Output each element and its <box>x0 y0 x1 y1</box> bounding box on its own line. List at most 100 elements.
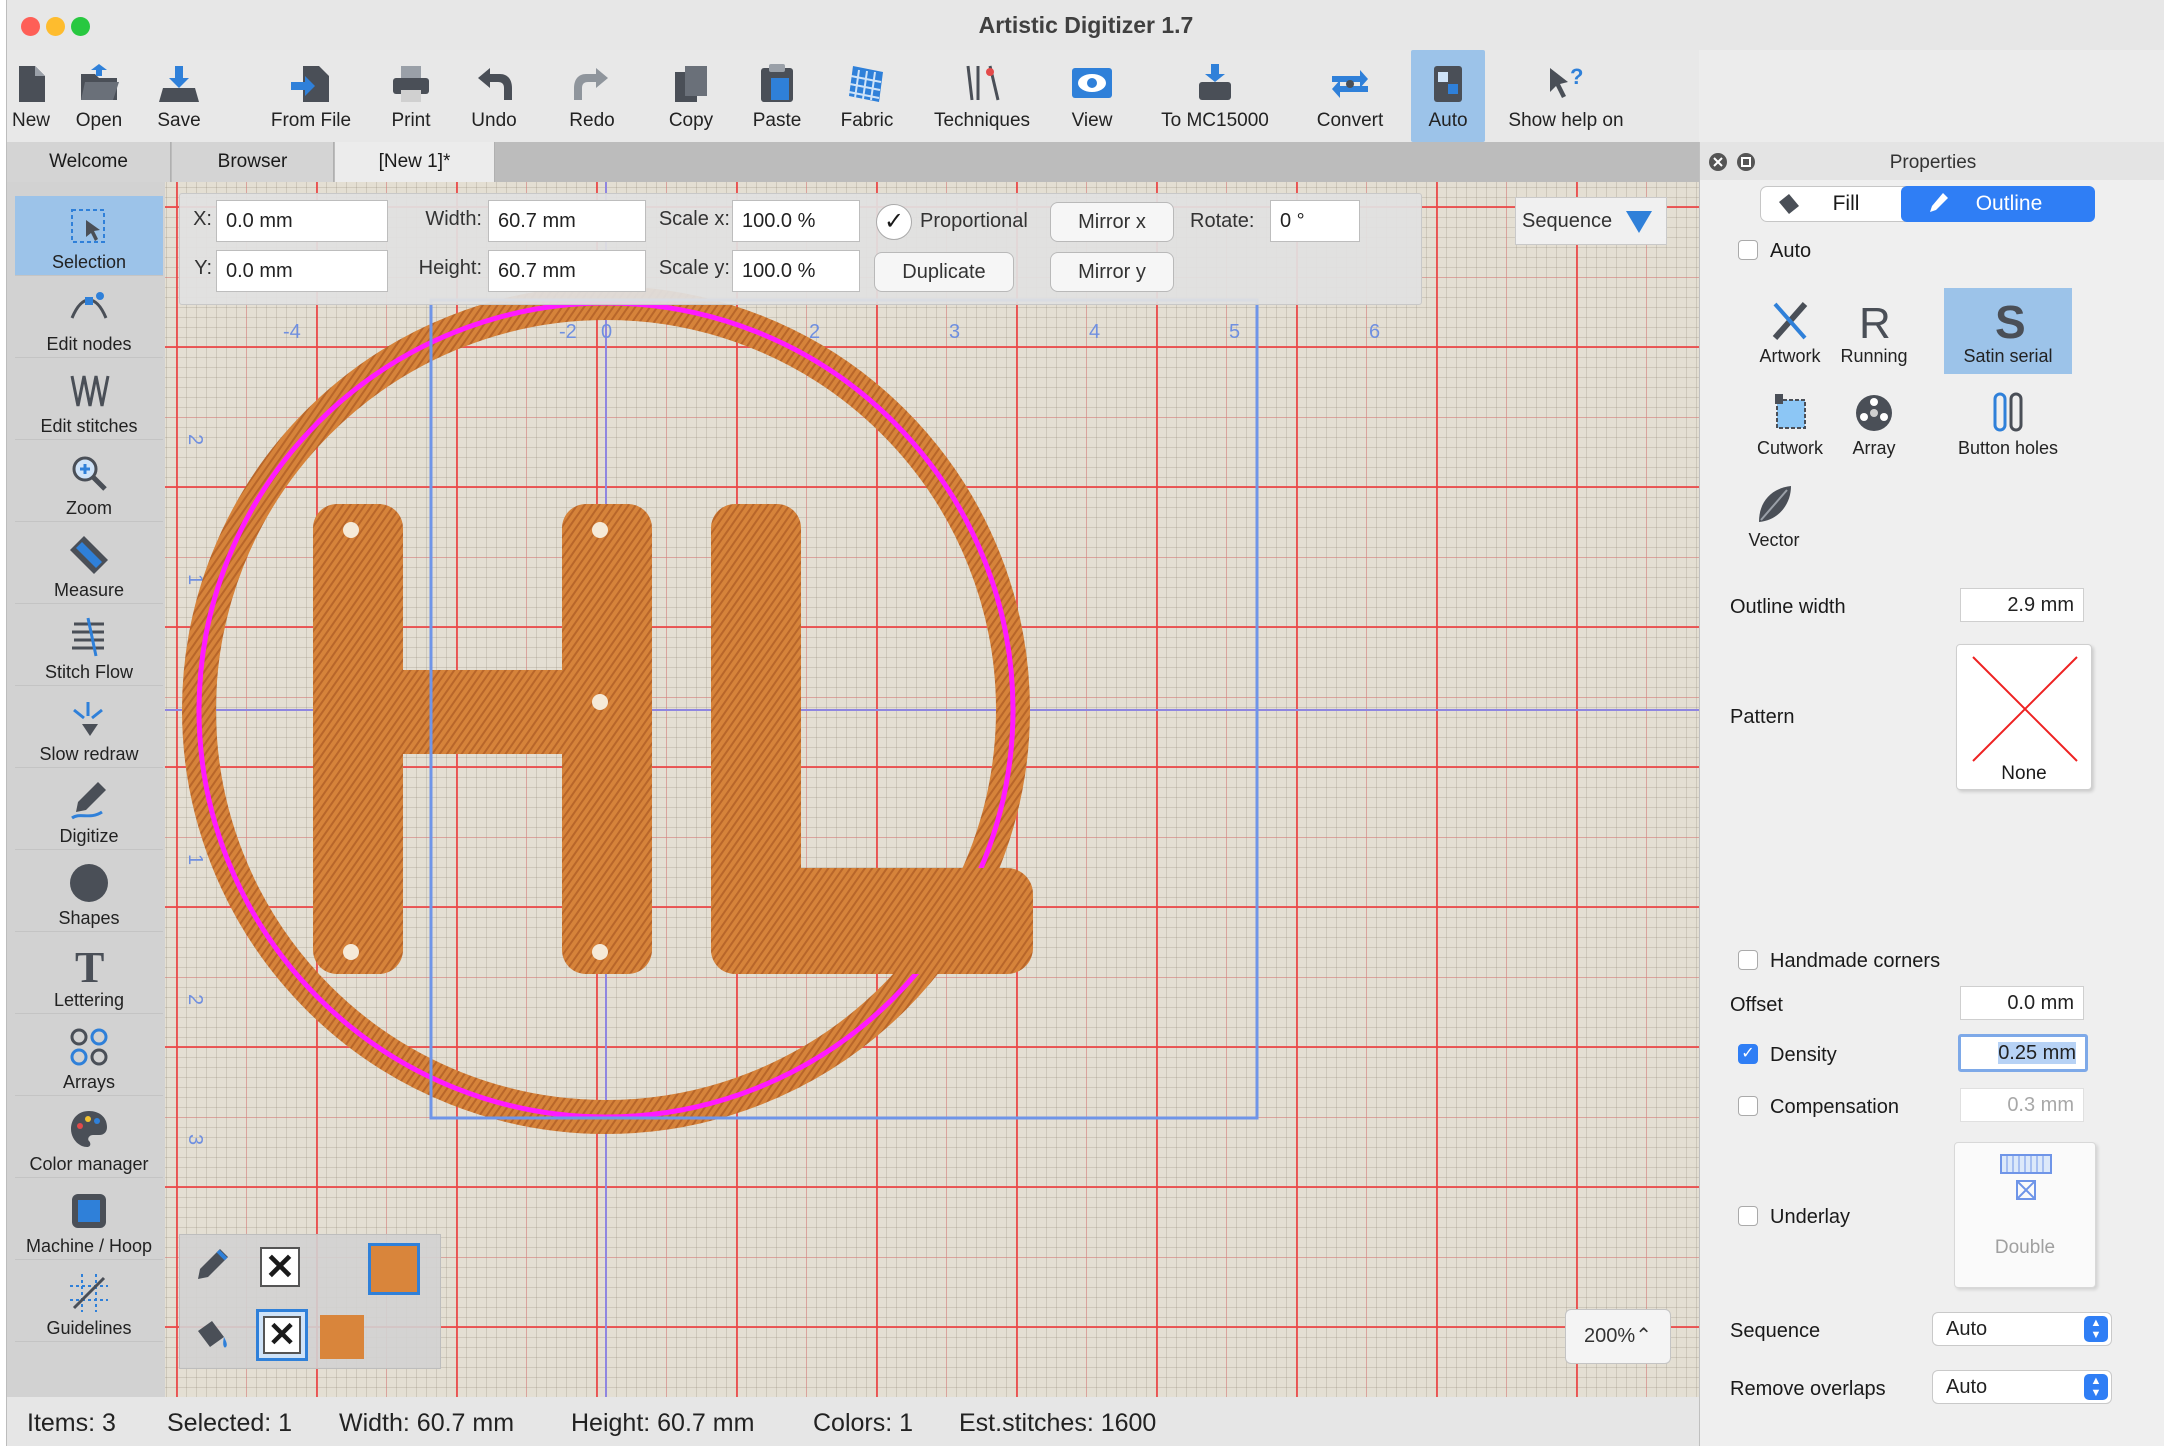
sequence-select[interactable]: Auto ▲ ▼ <box>1932 1312 2112 1346</box>
tool-palette: Selection Edit nodes Edit stitches Zoom … <box>7 182 165 1397</box>
outline-tab[interactable]: Outline <box>1901 186 2095 222</box>
design-layer: -4 -3 -2 0 2 3 4 5 6 2 1 0 1 2 3 <box>165 182 1699 1397</box>
undo-icon <box>478 68 512 100</box>
paste-icon <box>761 64 793 102</box>
type-running[interactable]: R Running <box>1824 288 1924 374</box>
auto-checkbox[interactable] <box>1738 240 1758 260</box>
fill-tab[interactable]: Fill <box>1761 187 1901 221</box>
y-field[interactable]: 0.0 mm <box>216 250 388 292</box>
double-underlay-icon <box>2000 1154 2052 1200</box>
tab-welcome[interactable]: Welcome <box>7 142 171 182</box>
satin-s-icon: S <box>1995 298 2026 344</box>
type-satin-serial[interactable]: S Satin serial <box>1944 288 2072 374</box>
redo-icon <box>574 68 608 100</box>
digitize-tool[interactable]: Digitize <box>15 770 163 850</box>
slow-redraw-tool[interactable]: Slow redraw <box>15 688 163 768</box>
properties-panel: Properties Fill Outline Auto Artwork R R… <box>1699 142 2164 1446</box>
compensation-field: 0.3 mm <box>1960 1088 2084 1122</box>
x-field[interactable]: 0.0 mm <box>216 200 388 242</box>
stitch-flow-tool[interactable]: Stitch Flow <box>15 606 163 686</box>
ruler-label: -2 <box>559 321 577 343</box>
measure-tool[interactable]: Measure <box>15 524 163 604</box>
to-mc15000-button[interactable]: To MC15000 <box>1153 50 1277 142</box>
main-toolbar: New Open Save From File Print Undo ⌄ Red… <box>7 50 1699 178</box>
edit-stitches-tool[interactable]: Edit stitches <box>15 360 163 440</box>
shapes-tool[interactable]: Shapes <box>15 852 163 932</box>
duplicate-button[interactable]: Duplicate <box>874 252 1014 292</box>
save-button[interactable]: Save <box>149 50 209 142</box>
width-field[interactable]: 60.7 mm <box>488 200 646 242</box>
height-field[interactable]: 60.7 mm <box>488 250 646 292</box>
palette-icon <box>71 1111 107 1147</box>
letter-h[interactable] <box>313 504 652 974</box>
guidelines-icon <box>70 1274 108 1312</box>
type-vector[interactable]: Vector <box>1720 472 1828 558</box>
from-file-button[interactable]: From File <box>263 50 359 142</box>
auto-button[interactable]: Auto <box>1411 50 1485 142</box>
mirror-x-button[interactable]: Mirror x <box>1050 202 1174 242</box>
rotate-field[interactable]: 0 ° <box>1270 200 1360 242</box>
copy-button[interactable]: Copy <box>661 50 721 142</box>
remove-overlaps-select[interactable]: Auto ▲ ▼ <box>1932 1370 2112 1404</box>
printer-icon <box>393 66 429 102</box>
type-array[interactable]: Array <box>1824 380 1924 466</box>
cutwork-icon <box>1775 394 1806 429</box>
pattern-picker[interactable]: None <box>1956 644 2092 790</box>
techniques-button[interactable]: Techniques <box>927 50 1037 142</box>
outline-thread-swatch[interactable] <box>368 1243 420 1295</box>
redo-button[interactable]: Redo <box>561 50 623 142</box>
compensation-checkbox[interactable] <box>1738 1096 1758 1116</box>
offset-field[interactable]: 0.0 mm <box>1960 986 2084 1020</box>
document-tab-bar: Welcome Browser [New 1]* <box>7 142 1699 182</box>
title-bar: Artistic Digitizer 1.7 <box>7 0 2164 50</box>
svg-text:R: R <box>1859 299 1891 344</box>
status-width: Width: 60.7 mm <box>339 1409 515 1437</box>
proportional-checkbox[interactable]: ✓ <box>876 204 912 240</box>
outline-none-swatch[interactable]: ✕ <box>260 1247 300 1287</box>
zoom-level-button[interactable]: 200%⌃ <box>1565 1309 1671 1364</box>
undo-button[interactable]: Undo <box>463 50 525 142</box>
convert-button[interactable]: Convert <box>1307 50 1393 142</box>
digitize-pen-icon <box>71 782 106 820</box>
arrays-tool[interactable]: Arrays <box>15 1016 163 1096</box>
new-button[interactable]: New <box>7 50 55 142</box>
guidelines-tool[interactable]: Guidelines <box>15 1262 163 1342</box>
edit-nodes-tool[interactable]: Edit nodes <box>15 278 163 358</box>
status-height: Height: 60.7 mm <box>571 1409 755 1437</box>
scale-y-field[interactable]: 100.0 % <box>732 250 860 292</box>
color-manager-tool[interactable]: Color manager <box>15 1098 163 1178</box>
zoom-tool[interactable]: Zoom <box>15 442 163 522</box>
selection-tool[interactable]: Selection <box>15 196 163 276</box>
fill-none-swatch[interactable]: ✕ <box>256 1309 308 1361</box>
print-button[interactable]: Print <box>381 50 441 142</box>
type-button-holes[interactable]: Button holes <box>1928 380 2088 466</box>
density-checkbox[interactable]: ✓ <box>1738 1044 1758 1064</box>
up-down-chevron-icon: ▲ ▼ <box>2084 1316 2108 1342</box>
fabric-grid-icon <box>848 66 883 102</box>
techniques-tools-icon <box>966 65 1000 101</box>
outline-width-field[interactable]: 2.9 mm <box>1960 588 2084 622</box>
fill-thread-swatch[interactable] <box>320 1315 364 1359</box>
density-field[interactable]: 0.25 mm <box>1958 1034 2088 1072</box>
paste-button[interactable]: Paste <box>747 50 807 142</box>
mirror-y-button[interactable]: Mirror y <box>1050 252 1174 292</box>
underlay-checkbox[interactable] <box>1738 1206 1758 1226</box>
view-button[interactable]: View <box>1061 50 1123 142</box>
show-help-on-button[interactable]: ? Show help on <box>1501 50 1631 142</box>
lettering-tool[interactable]: T Lettering <box>15 934 163 1014</box>
design-canvas[interactable]: -4 -3 -2 0 2 3 4 5 6 2 1 0 1 2 3 ✕ ✕ 200… <box>165 182 1699 1397</box>
tab-browser[interactable]: Browser <box>172 142 334 182</box>
tab-new-1[interactable]: [New 1]* <box>335 142 495 182</box>
machine-hoop-tool[interactable]: Machine / Hoop <box>15 1180 163 1260</box>
ruler-icon <box>70 536 108 574</box>
open-button[interactable]: Open <box>65 50 133 142</box>
svg-text:T: T <box>75 944 104 986</box>
edit-nodes-icon <box>70 292 108 319</box>
artwork-pencil-icon <box>1772 302 1808 340</box>
handmade-corners-checkbox[interactable] <box>1738 950 1758 970</box>
status-stitches: Est.stitches: 1600 <box>959 1409 1157 1437</box>
fill-bucket-icon <box>1779 194 1799 214</box>
scale-x-field[interactable]: 100.0 % <box>732 200 860 242</box>
fabric-button[interactable]: Fabric <box>827 50 907 142</box>
sequence-dropdown[interactable]: Sequence <box>1515 197 1667 245</box>
